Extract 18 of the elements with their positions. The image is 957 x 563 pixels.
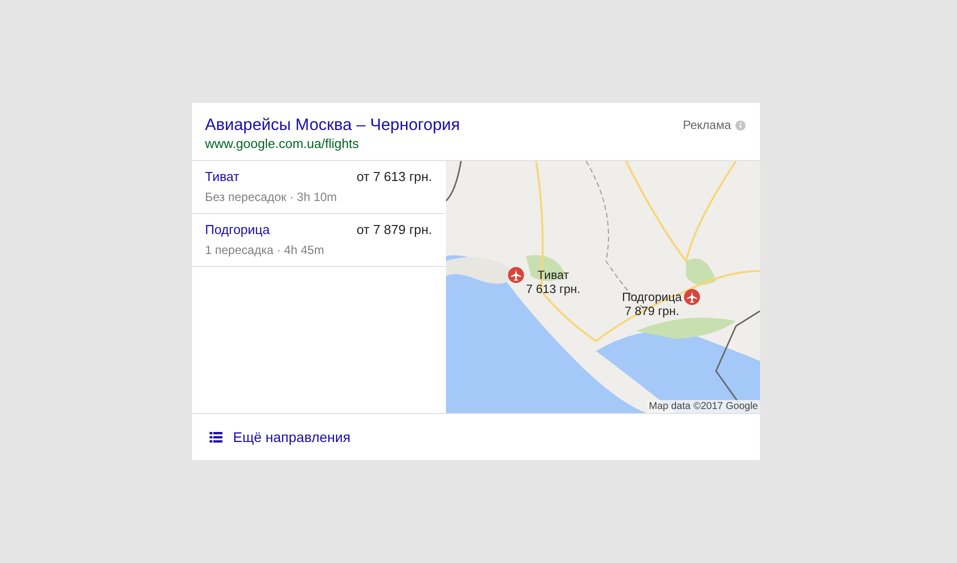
city-name: Тиват [205, 169, 240, 184]
marker-city: Подгорица [622, 290, 682, 304]
ad-url: www.google.com.ua/flights [205, 135, 360, 152]
list-icon [209, 432, 223, 442]
marker-city: Тиват [537, 268, 570, 282]
city-name: Подгорица [205, 222, 270, 237]
airport-marker-icon[interactable] [508, 267, 524, 283]
marker-price: 7 879 грн. [624, 304, 680, 318]
ad-label: Реклама [682, 118, 731, 132]
flight-details: Без пересадок · 3h 10m [205, 190, 338, 204]
map-attribution: Map data ©2017 Google [646, 400, 760, 413]
flight-price: от 7 613 грн. [356, 169, 432, 184]
flight-details: 1 пересадка · 4h 45m [205, 243, 326, 257]
ad-title-link[interactable]: Авиарейсы Москва – Черногория [205, 115, 460, 135]
flight-price: от 7 879 грн. [356, 222, 432, 237]
marker-price: 7 613 грн. [526, 282, 580, 296]
more-destinations-link[interactable]: Ещё направления [209, 429, 350, 445]
airport-marker-icon[interactable] [684, 289, 700, 305]
